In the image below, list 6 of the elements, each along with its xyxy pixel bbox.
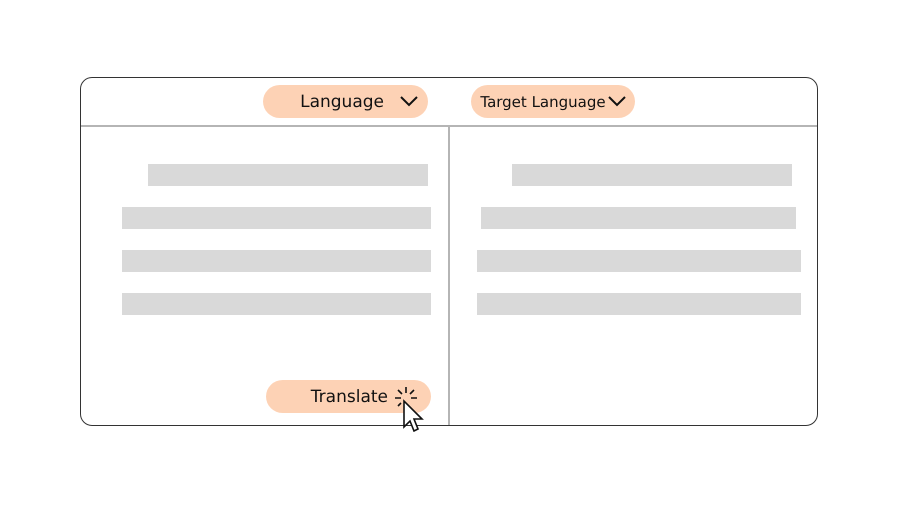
translate-button[interactable]: Translate [266, 380, 431, 413]
chevron-down-icon [608, 96, 626, 107]
cursor-click-icon [392, 387, 426, 432]
chevron-down-icon [400, 96, 418, 107]
target-language-dropdown[interactable]: Target Language [471, 85, 635, 118]
source-language-dropdown[interactable]: Language [263, 85, 428, 118]
